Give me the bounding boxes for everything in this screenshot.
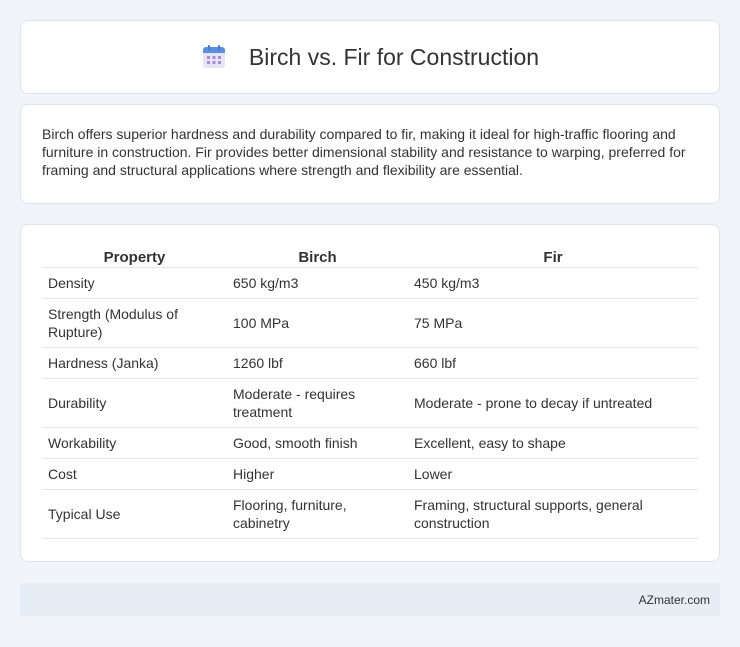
table-cell: Moderate - requires treatment: [227, 379, 408, 428]
table-cell: 75 MPa: [408, 299, 698, 348]
table-cell: Excellent, easy to shape: [408, 428, 698, 459]
table-row: Typical Use Flooring, furniture, cabinet…: [42, 490, 698, 539]
table-cell: Good, smooth finish: [227, 428, 408, 459]
table-cell: 100 MPa: [227, 299, 408, 348]
table-cell: Density: [42, 268, 227, 299]
table-cell: Typical Use: [42, 490, 227, 539]
column-header-birch: Birch: [227, 245, 408, 268]
table-cell: 660 lbf: [408, 348, 698, 379]
table-row: Strength (Modulus of Rupture) 100 MPa 75…: [42, 299, 698, 348]
header-card: Birch vs. Fir for Construction: [20, 20, 720, 94]
table-row: Hardness (Janka) 1260 lbf 660 lbf: [42, 348, 698, 379]
table-row: Density 650 kg/m3 450 kg/m3: [42, 268, 698, 299]
table-cell: Hardness (Janka): [42, 348, 227, 379]
comparison-table: Property Birch Fir Density 650 kg/m3 450…: [42, 245, 698, 539]
footer-site-link[interactable]: AZmater.com: [639, 593, 710, 607]
comparison-table-card: Property Birch Fir Density 650 kg/m3 450…: [20, 224, 720, 562]
table-cell: Durability: [42, 379, 227, 428]
column-header-property: Property: [42, 245, 227, 268]
table-header-row: Property Birch Fir: [42, 245, 698, 268]
title-wrap: Birch vs. Fir for Construction: [201, 44, 539, 71]
table-row: Durability Moderate - requires treatment…: [42, 379, 698, 428]
table-cell: 650 kg/m3: [227, 268, 408, 299]
table-cell: Framing, structural supports, general co…: [408, 490, 698, 539]
footer: AZmater.com: [20, 583, 720, 616]
table-cell: Workability: [42, 428, 227, 459]
table-cell: Flooring, furniture, cabinetry: [227, 490, 408, 539]
page-title: Birch vs. Fir for Construction: [248, 43, 540, 70]
table-cell: Lower: [408, 459, 698, 490]
table-cell: Cost: [42, 459, 227, 490]
table-cell: 1260 lbf: [227, 348, 408, 379]
table-cell: Higher: [227, 459, 408, 490]
summary-text: Birch offers superior hardness and durab…: [42, 126, 686, 178]
summary-card: Birch offers superior hardness and durab…: [20, 104, 720, 204]
table-cell: 450 kg/m3: [408, 268, 698, 299]
table-row: Cost Higher Lower: [42, 459, 698, 490]
column-header-fir: Fir: [408, 245, 698, 268]
table-row: Workability Good, smooth finish Excellen…: [42, 428, 698, 459]
table-cell: Strength (Modulus of Rupture): [42, 299, 227, 348]
calendar-icon: [201, 44, 227, 70]
table-cell: Moderate - prone to decay if untreated: [408, 379, 698, 428]
